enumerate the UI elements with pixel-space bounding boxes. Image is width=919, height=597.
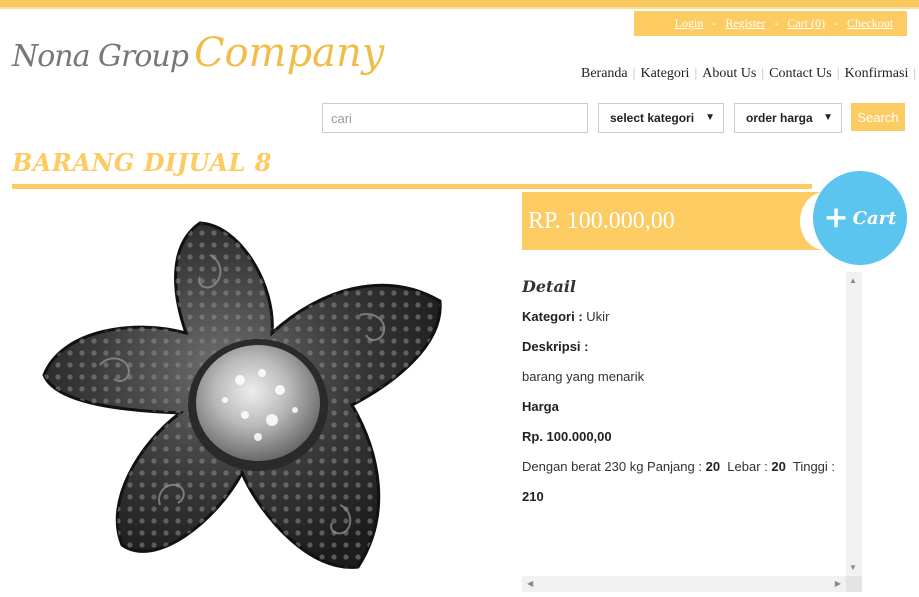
tinggi-value: 210: [522, 489, 544, 504]
tinggi-label: Tinggi :: [792, 459, 836, 474]
nav-divider: |: [632, 66, 636, 81]
panjang-value: 20: [705, 459, 721, 474]
nav-divider: |: [836, 66, 840, 81]
logo-text-company: Company: [193, 30, 385, 76]
site-logo[interactable]: Nona Group Company: [12, 30, 384, 76]
checkout-link[interactable]: Checkout: [847, 16, 893, 31]
category-select-value: select kategori: [610, 111, 695, 125]
scrollbar-corner: [846, 576, 862, 592]
nav-item-contact-us[interactable]: Contact Us: [769, 66, 832, 82]
nav-divider: |: [694, 66, 698, 81]
scroll-left-arrow-icon[interactable]: ◀: [527, 579, 533, 588]
detail-deskripsi-label: Deskripsi :: [522, 332, 848, 362]
lebar-label: Lebar :: [727, 459, 768, 474]
plus-icon: +: [823, 200, 849, 235]
nav-item-beranda[interactable]: Beranda: [581, 66, 628, 82]
account-separator: -: [834, 16, 838, 30]
register-link[interactable]: Register: [725, 16, 765, 31]
kategori-value: Ukir: [586, 309, 610, 324]
nav-divider: |: [761, 66, 765, 81]
detail-dimensions: Dengan berat 230 kg Panjang : 20 Lebar :…: [522, 452, 848, 512]
order-select[interactable]: order harga ▼: [734, 103, 842, 133]
detail-heading: Detail: [522, 277, 576, 296]
lebar-value: 20: [771, 459, 786, 474]
search-input[interactable]: [322, 103, 588, 133]
product-image: [42, 221, 442, 569]
dimension-prefix: Dengan berat 230 kg Panjang :: [522, 459, 702, 474]
scroll-down-arrow-icon[interactable]: ▼: [849, 563, 857, 572]
add-to-cart-button[interactable]: + Cart: [813, 171, 907, 265]
kategori-label: Kategori :: [522, 309, 583, 324]
nav-item-kategori[interactable]: Kategori: [640, 66, 689, 82]
detail-horizontal-scrollbar[interactable]: ◀ ▶: [522, 576, 846, 592]
search-button[interactable]: Search: [851, 103, 905, 131]
detail-harga-label: Harga: [522, 392, 848, 422]
account-separator: -: [712, 16, 717, 30]
detail-harga-value: Rp. 100.000,00: [522, 422, 848, 452]
nav-divider: |: [913, 66, 917, 81]
detail-kategori: Kategori : Ukir: [522, 302, 848, 332]
caret-down-icon: ▼: [823, 112, 833, 123]
harga-label: Harga: [522, 399, 559, 414]
logo-text-nona-group: Nona Group: [12, 39, 189, 74]
main-nav: Beranda | Kategori | About Us | Contact …: [581, 66, 919, 82]
detail-vertical-scrollbar[interactable]: ▲ ▼: [846, 272, 862, 576]
account-bar: Login - Register - Cart (0) - Checkout: [634, 11, 907, 36]
product-detail-panel: Detail Kategori : Ukir Deskripsi : baran…: [522, 272, 848, 576]
account-separator: -: [774, 16, 779, 30]
deskripsi-label: Deskripsi :: [522, 339, 589, 354]
caret-down-icon: ▼: [705, 112, 715, 123]
nav-item-about-us[interactable]: About Us: [702, 66, 756, 82]
harga-value: Rp. 100.000,00: [522, 429, 612, 444]
top-accent-bar: [0, 0, 919, 9]
category-select[interactable]: select kategori ▼: [598, 103, 724, 133]
nav-item-konfirmasi[interactable]: Konfirmasi: [845, 66, 909, 82]
price-display: RP. 100.000,00: [522, 192, 822, 250]
add-to-cart-label: Cart: [852, 207, 897, 229]
title-divider: [12, 184, 812, 189]
order-select-value: order harga: [746, 111, 813, 125]
deskripsi-value: barang yang menarik: [522, 369, 645, 384]
scroll-up-arrow-icon[interactable]: ▲: [849, 276, 857, 285]
scroll-right-arrow-icon[interactable]: ▶: [835, 579, 841, 588]
cart-link[interactable]: Cart (0): [787, 16, 825, 31]
login-link[interactable]: Login: [675, 16, 704, 31]
page-title: BARANG DIJUAL 8: [12, 148, 272, 177]
